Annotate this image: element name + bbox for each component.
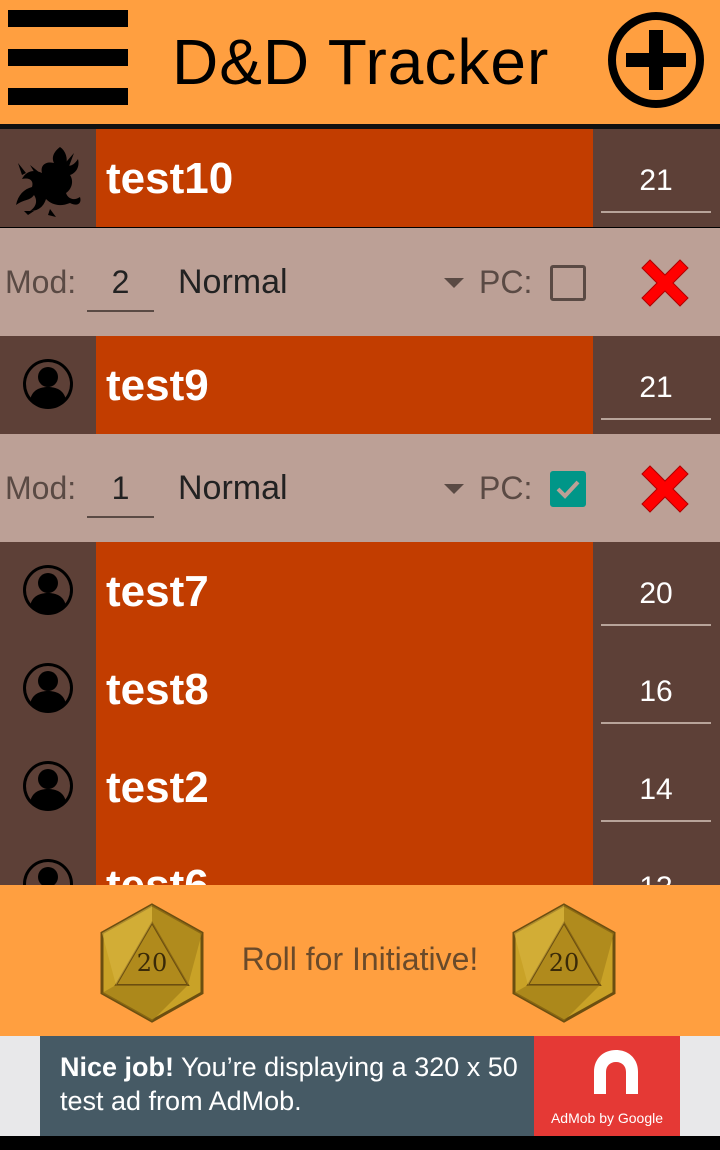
menu-bar-line (8, 88, 128, 105)
combatant-row[interactable]: test7 20 (0, 542, 720, 640)
roll-initiative-bar[interactable]: 20 Roll for Initiative! 20 (0, 885, 720, 1036)
initiative-input[interactable]: 20 (601, 570, 711, 626)
mod-value: 1 (111, 470, 130, 506)
mod-label: Mod: (5, 470, 77, 506)
mod-label: Mod: (5, 264, 77, 300)
mod-input[interactable]: 2 (87, 258, 154, 312)
combatant-row[interactable]: test8 16 (0, 640, 720, 738)
menu-bar-line (8, 10, 128, 27)
dropdown-caret-icon (444, 484, 464, 494)
person-silhouette-icon (23, 761, 73, 811)
initiative-value: 21 (639, 371, 673, 404)
combatant-name: test2 (106, 763, 209, 812)
mod-value: 2 (111, 264, 130, 300)
mod-input[interactable]: 1 (87, 464, 154, 518)
app-header: D&D Tracker (0, 0, 720, 129)
delete-combatant-button[interactable] (634, 458, 696, 520)
person-silhouette-icon (23, 663, 73, 713)
avatar (0, 836, 96, 885)
initiative-input[interactable]: 21 (601, 364, 711, 420)
avatar (0, 129, 96, 227)
ad-logo-caption: AdMob by Google (550, 1110, 664, 1126)
red-x-icon (641, 259, 689, 307)
person-silhouette-icon (23, 859, 73, 885)
checkmark-icon (556, 480, 580, 499)
combatant-name-area[interactable]: test7 (96, 542, 593, 640)
combatant-name: test10 (106, 154, 234, 203)
person-silhouette-icon (23, 565, 73, 615)
combatant-name-area[interactable]: test6 (96, 836, 593, 885)
plus-circle-icon (608, 12, 704, 108)
initiative-value: 14 (639, 773, 673, 806)
avatar (0, 640, 96, 738)
combatant-row[interactable]: test2 14 (0, 738, 720, 836)
red-x-icon (641, 465, 689, 513)
pc-checkbox[interactable] (550, 471, 586, 507)
combatant-name: test9 (106, 361, 209, 410)
combatant-list[interactable]: test10 21 Mod: 2 Normal PC: test9 21 Mod… (0, 129, 720, 885)
combatant-name-area[interactable]: test8 (96, 640, 593, 738)
avatar (0, 738, 96, 836)
combatant-row[interactable]: test10 21 (0, 129, 720, 227)
combatant-row[interactable]: test6 13 (0, 836, 720, 885)
initiative-value: 16 (639, 675, 673, 708)
pc-label: PC: (479, 470, 533, 506)
combatant-name: test8 (106, 665, 209, 714)
admob-logo[interactable]: AdMob by Google (534, 1036, 680, 1136)
combatant-details: Mod: 1 Normal PC: (0, 434, 720, 542)
initiative-value: 21 (639, 164, 673, 197)
die-face-number: 20 (549, 949, 580, 977)
admob-banner[interactable]: Nice job! You’re displaying a 320 x 50 t… (40, 1036, 680, 1136)
roll-mode-value: Normal (178, 263, 288, 301)
admob-logo-icon (594, 1050, 638, 1094)
ad-headline: Nice job! (60, 1052, 175, 1082)
app-screen: D&D Tracker test10 21 Mod: 2 Normal PC: … (0, 0, 720, 1150)
roll-mode-dropdown[interactable]: Normal (178, 462, 468, 514)
bottom-bar (0, 1136, 720, 1150)
roll-mode-value: Normal (178, 469, 288, 507)
initiative-input[interactable]: 16 (601, 668, 711, 724)
combatant-name-area[interactable]: test9 (96, 336, 593, 434)
avatar (0, 336, 96, 434)
add-combatant-button[interactable] (606, 10, 706, 110)
avatar (0, 542, 96, 640)
hamburger-menu-icon[interactable] (8, 10, 128, 106)
initiative-value: 20 (639, 577, 673, 610)
dropdown-caret-icon (444, 278, 464, 288)
roll-mode-dropdown[interactable]: Normal (178, 256, 468, 308)
initiative-value: 13 (601, 864, 711, 885)
dragon-icon (16, 147, 81, 217)
ad-text: Nice job! You’re displaying a 320 x 50 t… (60, 1050, 535, 1118)
combatant-details: Mod: 2 Normal PC: (0, 228, 720, 336)
person-silhouette-icon (23, 359, 73, 409)
combatant-name-area[interactable]: test2 (96, 738, 593, 836)
pc-label: PC: (479, 264, 533, 300)
initiative-input[interactable]: 14 (601, 766, 711, 822)
pc-checkbox[interactable] (550, 265, 586, 301)
initiative-input[interactable]: 21 (601, 157, 711, 213)
menu-bar-line (8, 49, 128, 66)
delete-combatant-button[interactable] (634, 252, 696, 314)
app-title: D&D Tracker (172, 26, 550, 98)
combatant-name: test6 (106, 860, 209, 885)
initiative-input[interactable]: 13 (601, 864, 711, 885)
d20-die-icon: 20 (512, 903, 616, 1023)
combatant-name: test7 (106, 567, 209, 616)
combatant-name-area[interactable]: test10 (96, 129, 593, 227)
combatant-row[interactable]: test9 21 (0, 336, 720, 434)
d20-die-icon[interactable]: 20 (508, 901, 620, 1025)
